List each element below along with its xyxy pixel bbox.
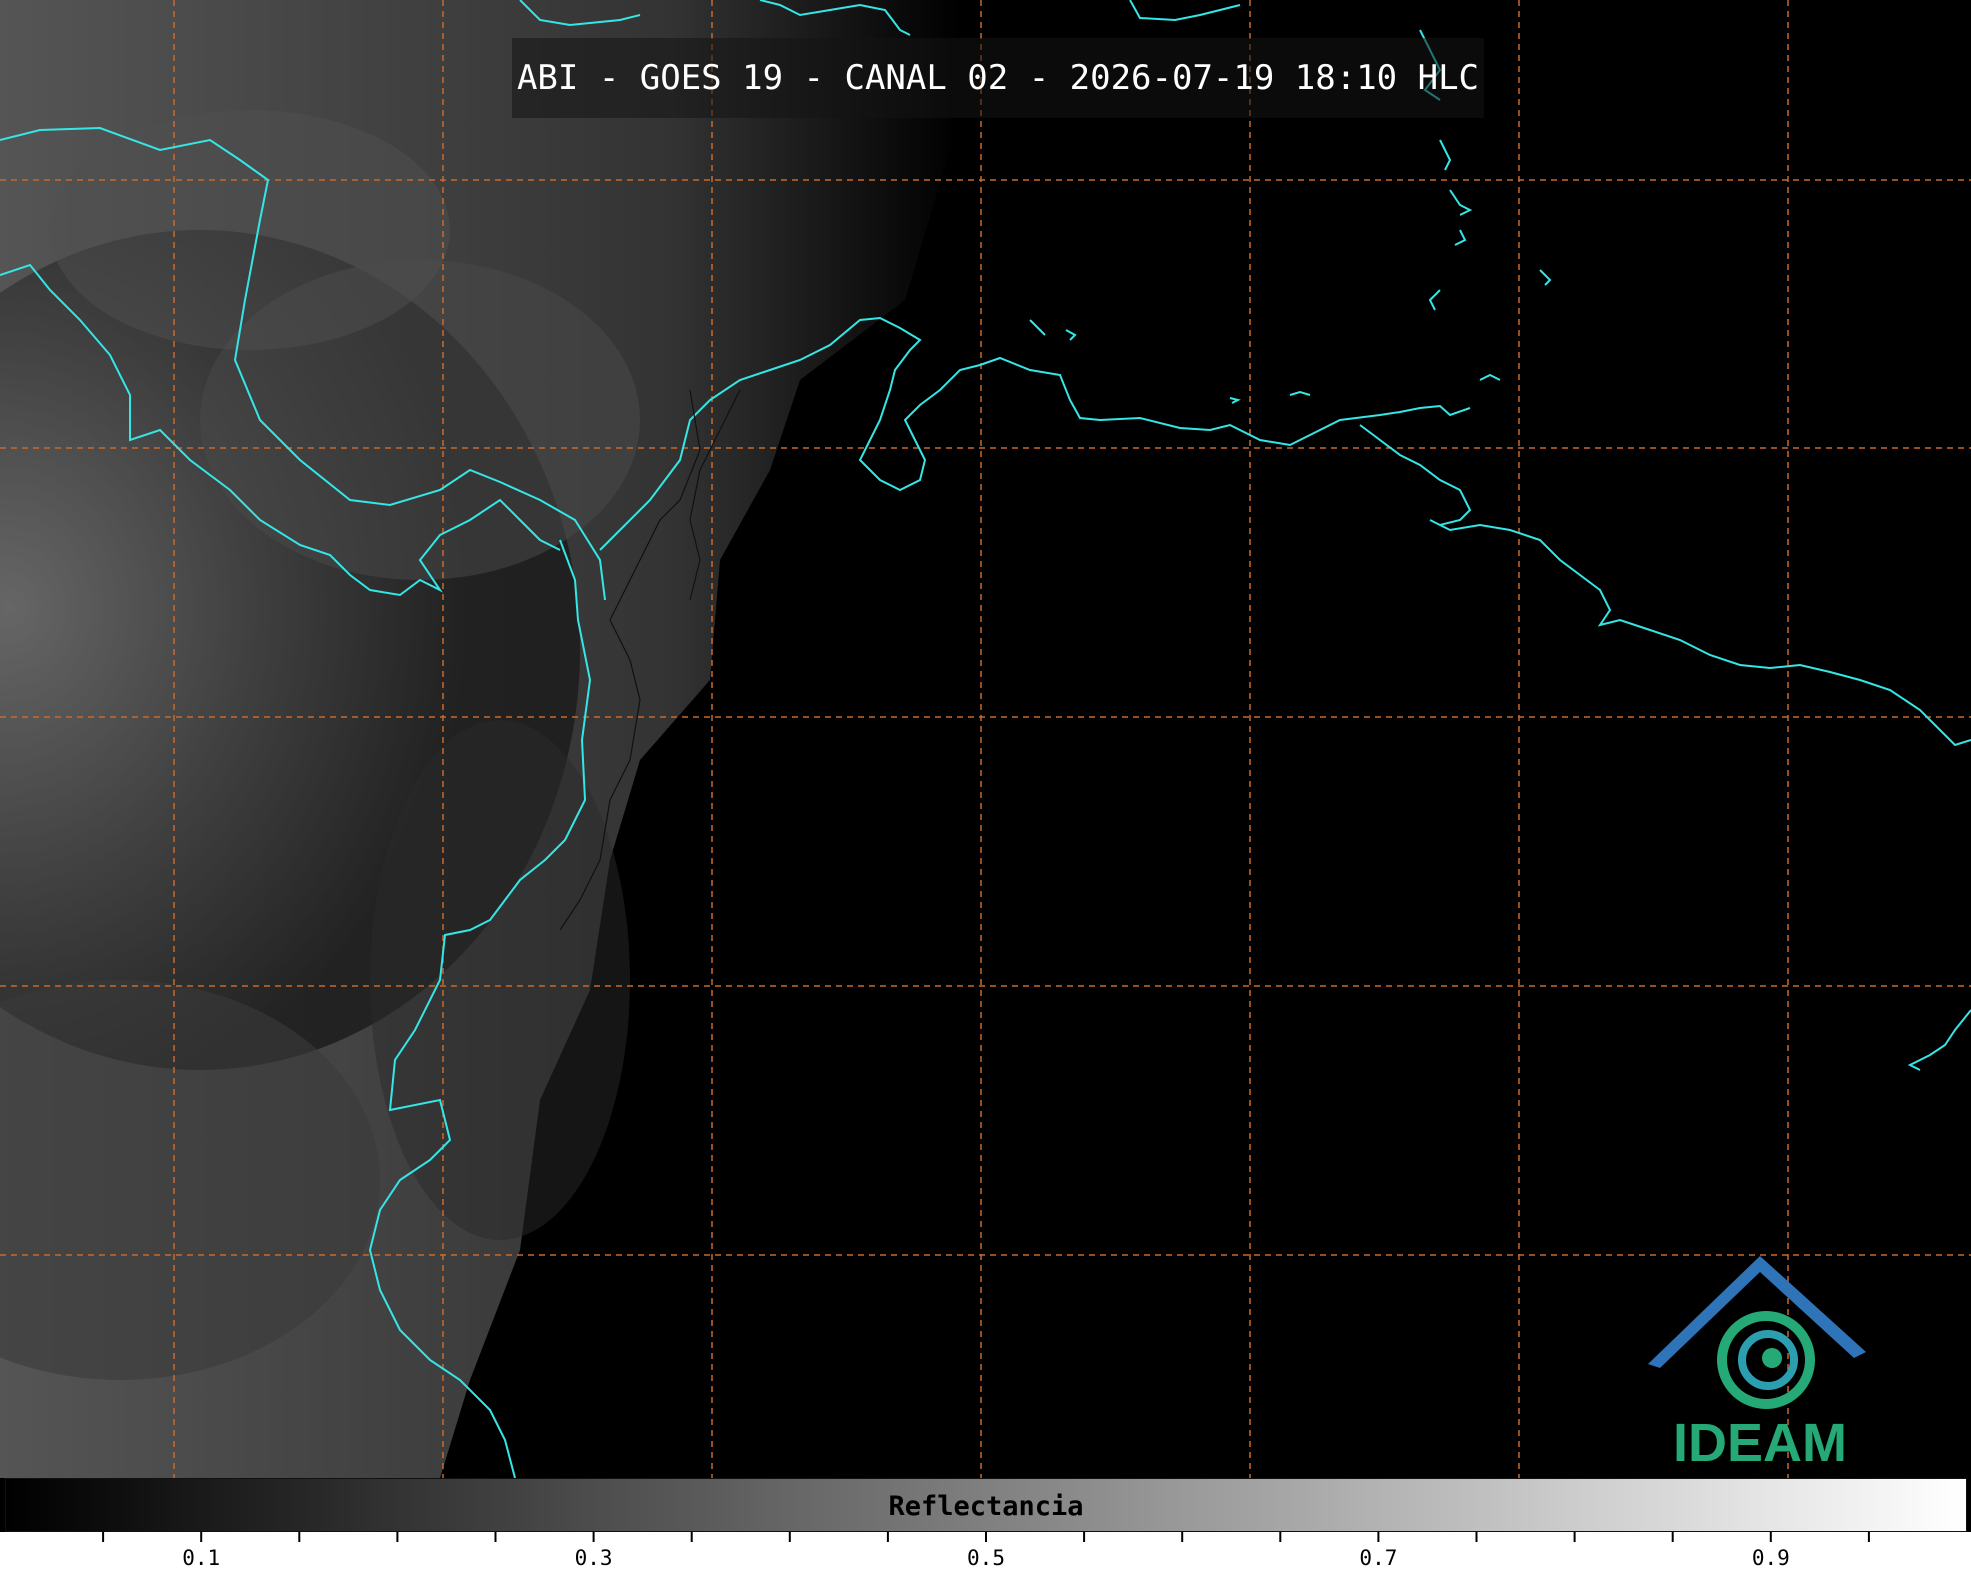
- tick-label: 0.3: [574, 1546, 613, 1570]
- satellite-image: ABI - GOES 19 - CANAL 02 - 2026-07-19 18…: [0, 0, 1971, 1478]
- tick-label: 0.1: [182, 1546, 221, 1570]
- ideam-logo: IDEAM: [1640, 1252, 1880, 1474]
- image-title: ABI - GOES 19 - CANAL 02 - 2026-07-19 18…: [512, 38, 1484, 118]
- colorbar-label: Reflectancia: [888, 1491, 1084, 1522]
- logo-text: IDEAM: [1673, 1413, 1847, 1473]
- colorbar-ticks: 0.1 0.3 0.5 0.7 0.9: [0, 1532, 1971, 1577]
- tick-label: 0.9: [1751, 1546, 1790, 1570]
- colorbar: Reflectancia: [5, 1478, 1967, 1532]
- tick-label: 0.5: [967, 1546, 1005, 1570]
- ideam-logo-icon: [1648, 1256, 1866, 1409]
- tick-label: 0.7: [1359, 1546, 1398, 1570]
